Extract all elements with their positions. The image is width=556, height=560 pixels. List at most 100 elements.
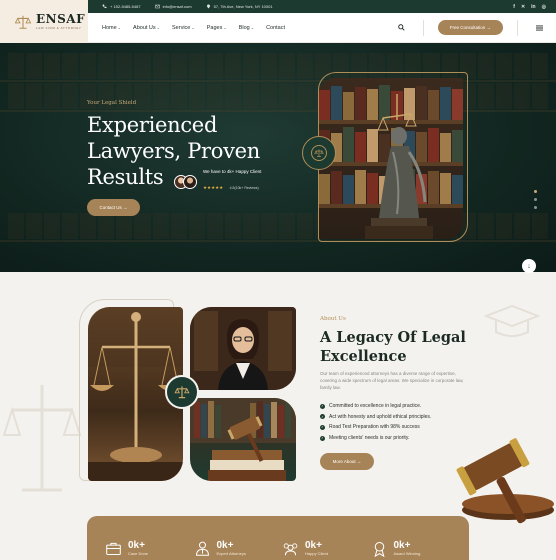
slider-dots	[534, 190, 537, 209]
stat-label: Expert Attorneys	[216, 551, 246, 556]
stat-value: 0k+	[216, 540, 234, 551]
search-button[interactable]	[395, 21, 409, 35]
arrow-down-icon: ↓	[527, 262, 531, 270]
nav-home[interactable]: Home ⌄	[102, 25, 121, 31]
about-title: A Legacy Of Legal Excellence	[320, 329, 466, 365]
nav-pages[interactable]: Pages ⌄	[207, 25, 227, 31]
about-description: Our team of experienced attorneys has a …	[320, 371, 464, 390]
justice-watermark-icon	[2, 385, 82, 492]
about-kicker: About Us	[320, 316, 346, 322]
hero-section: Your Legal Shield Experienced Lawyers, P…	[0, 43, 556, 272]
top-info-bar: + 152-5485-5487 info@ensaf.com 57, 7th A…	[88, 0, 556, 13]
scales-icon	[314, 149, 324, 157]
stat-case-done: 0k+ Case Done	[105, 540, 194, 557]
stat-happy-client: 0k+ Happy Client	[282, 540, 371, 557]
lawyer-portrait-image	[190, 307, 296, 390]
gavel-decoration-icon	[456, 438, 554, 524]
feature-checklist: ✓ Committed to excellence in legal practi…	[320, 401, 431, 443]
shelf-line	[0, 80, 556, 82]
scales-icon	[174, 386, 190, 399]
location-pin-icon	[206, 4, 210, 9]
attorney-icon	[195, 541, 209, 556]
stat-value: 0k+	[128, 540, 145, 551]
award-icon	[373, 542, 385, 557]
rating-text: 4.5(10k+ Reviews)	[229, 185, 259, 190]
check-icon: ✓	[320, 424, 325, 430]
main-navbar: Home ⌄ About Us ⌄ Service ⌄ Pages ⌄ Blog ⌄ Co…	[88, 13, 556, 43]
list-item-text: Act with honesty and uphold ethical prin…	[329, 413, 432, 420]
slider-dot[interactable]	[534, 206, 537, 209]
menu-button[interactable]	[532, 21, 546, 35]
phone-icon	[102, 4, 107, 9]
phone-info[interactable]: + 152-5485-5487	[102, 4, 141, 9]
lady-justice-statue-icon	[365, 94, 433, 239]
client-avatars	[174, 175, 197, 190]
background-bookshelf	[0, 53, 556, 79]
free-consultation-button[interactable]: Free Consultation →	[437, 20, 503, 35]
list-item: ✓ Road Test Preparation with 98% success	[320, 422, 431, 433]
gavel-icon	[190, 398, 296, 481]
scales-logo-icon	[14, 15, 32, 29]
nav-divider	[422, 19, 424, 36]
rating-stars-icon: ★★★★★	[203, 184, 224, 190]
lady-justice-image	[319, 78, 463, 239]
chevron-down-icon: ⌄	[250, 25, 255, 30]
chevron-down-icon: ⌄	[191, 25, 195, 30]
logo[interactable]: ENSAF LAW FIRM & ATTORNEY	[0, 0, 88, 43]
stat-award-winning: 0k+ Award Winning	[371, 540, 460, 557]
chevron-down-icon: ⌄	[117, 25, 122, 30]
list-item: ✓ Committed to excellence in legal practi…	[320, 401, 431, 412]
happy-clients: We have to 4k+ Happy Client ★★★★★ 4.5(10…	[174, 169, 261, 196]
nav-blog-label: Blog	[238, 24, 250, 31]
nav-contact-label: Contact	[266, 24, 286, 31]
law-firm-seal	[165, 375, 199, 409]
phone-text: + 152-5485-5487	[110, 4, 141, 9]
background-bookshelf	[0, 213, 556, 239]
check-icon: ✓	[320, 435, 325, 441]
more-about-button[interactable]: More About →	[320, 453, 374, 470]
slider-dot[interactable]	[534, 198, 537, 201]
chevron-down-icon: ⌄	[223, 25, 227, 30]
brand-name: ENSAF	[36, 12, 86, 26]
avatar	[183, 175, 197, 190]
hero-kicker: Your Legal Shield	[87, 100, 137, 106]
nav-service-label: Service	[172, 24, 191, 31]
hamburger-icon	[535, 24, 543, 31]
graduation-cap-watermark-icon	[484, 304, 540, 337]
email-info[interactable]: info@ensaf.com	[154, 4, 192, 9]
email-text: info@ensaf.com	[162, 4, 192, 9]
shelf-line	[0, 110, 556, 112]
nav-home-label: Home	[102, 24, 117, 31]
list-item-text: Committed to excellence in legal practic…	[329, 403, 422, 410]
address-text: 57, 7th Ave, New York, NY 10001	[213, 4, 273, 9]
nav-blog[interactable]: Blog ⌄	[239, 25, 254, 31]
nav-service[interactable]: Service ⌄	[172, 25, 195, 31]
x-twitter-icon[interactable]: ✕	[521, 4, 525, 10]
check-icon: ✓	[320, 403, 325, 409]
contact-us-button[interactable]: Contact Us →	[87, 199, 140, 216]
scroll-down-button[interactable]: ↓	[522, 259, 536, 273]
stat-expert-attorneys: 0k+ Expert Attorneys	[194, 540, 283, 557]
list-item: ✓ Act with honesty and uphold ethical pri…	[320, 412, 431, 423]
linkedin-icon[interactable]: in	[531, 4, 535, 10]
shelf-line	[0, 240, 556, 242]
nav-about[interactable]: About Us ⌄	[133, 25, 160, 31]
list-item: ✓ Meeting clients' needs is our priority.	[320, 433, 431, 444]
law-firm-seal	[302, 136, 336, 170]
about-section: About Us A Legacy Of Legal Excellence Ou…	[0, 272, 556, 560]
social-links: f ✕ in ◎	[513, 4, 546, 10]
background-bookshelf	[0, 83, 556, 109]
facebook-icon[interactable]: f	[513, 4, 515, 10]
instagram-icon[interactable]: ◎	[542, 4, 546, 10]
nav-divider	[517, 19, 518, 36]
check-icon: ✓	[320, 414, 325, 420]
clients-count: We have to 4k+ Happy Client	[203, 169, 262, 174]
stat-value: 0k+	[305, 540, 322, 551]
nav-contact[interactable]: Contact	[266, 25, 285, 31]
stat-label: Case Done	[128, 551, 149, 556]
search-icon	[398, 24, 405, 31]
slider-dot[interactable]	[534, 190, 537, 193]
nav-about-label: About Us	[133, 24, 156, 31]
address-info: 57, 7th Ave, New York, NY 10001	[206, 4, 273, 9]
lawyer-portrait	[190, 307, 296, 390]
